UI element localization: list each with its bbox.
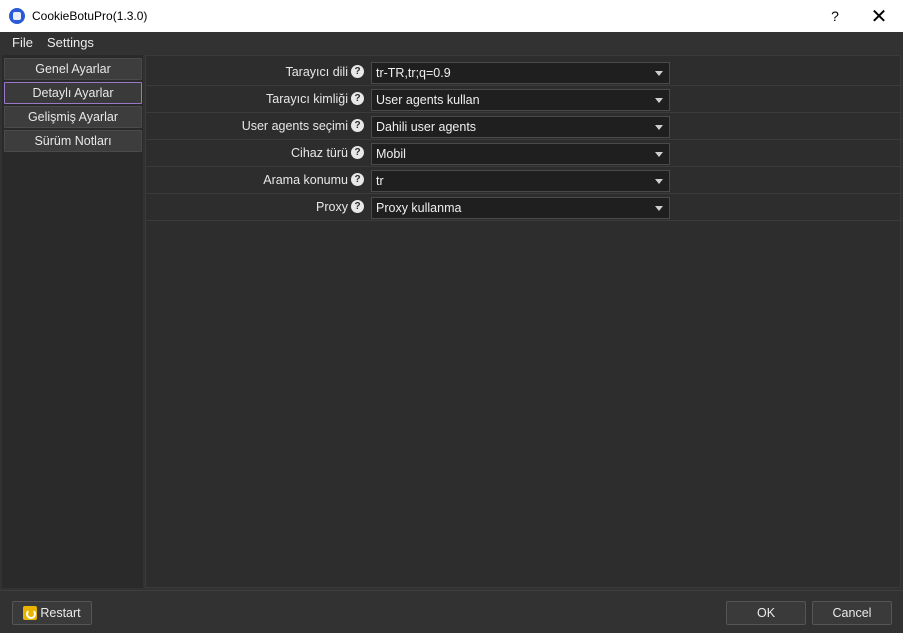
sidebar-item-genel-ayarlar[interactable]: Genel Ayarlar	[4, 58, 142, 80]
chevron-down-icon	[655, 98, 663, 103]
form-row-cihaz-turu: Cihaz türü ? Mobil	[146, 140, 902, 167]
help-icon[interactable]: ?	[351, 119, 364, 132]
arama-konumu-select[interactable]: tr	[371, 170, 670, 192]
restart-label: Restart	[40, 606, 81, 620]
help-icon[interactable]: ?	[351, 173, 364, 186]
restart-icon	[23, 606, 38, 620]
sidebar: Genel Ayarlar Detaylı Ayarlar Gelişmiş A…	[2, 55, 143, 588]
help-icon[interactable]: ?	[351, 92, 364, 105]
settings-panel: Tarayıcı dili ? tr-TR,tr;q=0.9 Tarayıcı …	[145, 55, 902, 588]
sidebar-item-surum-notlari[interactable]: Sürüm Notları	[4, 130, 142, 152]
menu-settings[interactable]: Settings	[40, 35, 101, 50]
chevron-down-icon	[655, 206, 663, 211]
help-icon[interactable]: ?	[351, 200, 364, 213]
window-title: CookieBotuPro(1.3.0)	[32, 9, 148, 23]
sidebar-item-gelismis-ayarlar[interactable]: Gelişmiş Ayarlar	[4, 106, 142, 128]
select-value: tr-TR,tr;q=0.9	[376, 66, 451, 80]
menu-bar: File Settings	[0, 32, 903, 53]
form-label: Proxy	[316, 200, 348, 214]
help-icon[interactable]: ?	[351, 146, 364, 159]
app-logo-icon	[9, 8, 25, 24]
select-value: Dahili user agents	[376, 120, 477, 134]
menu-file[interactable]: File	[0, 35, 40, 50]
proxy-select[interactable]: Proxy kullanma	[371, 197, 670, 219]
select-value: User agents kullan	[376, 93, 480, 107]
help-icon[interactable]: ?	[351, 65, 364, 78]
form-label: User agents seçimi	[241, 119, 348, 133]
form-label: Arama konumu	[263, 173, 348, 187]
help-button[interactable]: ?	[813, 0, 857, 32]
tarayici-kimligi-select[interactable]: User agents kullan	[371, 89, 670, 111]
form-label: Cihaz türü	[291, 146, 348, 160]
button-bar: Restart OK Cancel	[0, 590, 903, 633]
ok-button[interactable]: OK	[726, 601, 806, 625]
select-value: tr	[376, 174, 384, 188]
title-bar[interactable]: CookieBotuPro(1.3.0) ? ✕	[0, 0, 903, 32]
close-button[interactable]: ✕	[857, 0, 901, 32]
form-row-tarayici-dili: Tarayıcı dili ? tr-TR,tr;q=0.9	[146, 59, 902, 86]
app-window: CookieBotuPro(1.3.0) ? ✕ File Settings G…	[0, 0, 903, 633]
select-value: Mobil	[376, 147, 406, 161]
form-row-user-agents-secimi: User agents seçimi ? Dahili user agents	[146, 113, 902, 140]
chevron-down-icon	[655, 179, 663, 184]
cancel-button[interactable]: Cancel	[812, 601, 892, 625]
chevron-down-icon	[655, 125, 663, 130]
cihaz-turu-select[interactable]: Mobil	[371, 143, 670, 165]
user-agents-secimi-select[interactable]: Dahili user agents	[371, 116, 670, 138]
form-label: Tarayıcı kimliği	[266, 92, 348, 106]
chevron-down-icon	[655, 71, 663, 76]
form-label: Tarayıcı dili	[285, 65, 348, 79]
form-row-arama-konumu: Arama konumu ? tr	[146, 167, 902, 194]
form-row-proxy: Proxy ? Proxy kullanma	[146, 194, 902, 221]
restart-button[interactable]: Restart	[12, 601, 92, 625]
sidebar-item-detayli-ayarlar[interactable]: Detaylı Ayarlar	[4, 82, 142, 104]
chevron-down-icon	[655, 152, 663, 157]
form-row-tarayici-kimligi: Tarayıcı kimliği ? User agents kullan	[146, 86, 902, 113]
select-value: Proxy kullanma	[376, 201, 462, 215]
tarayici-dili-select[interactable]: tr-TR,tr;q=0.9	[371, 62, 670, 84]
